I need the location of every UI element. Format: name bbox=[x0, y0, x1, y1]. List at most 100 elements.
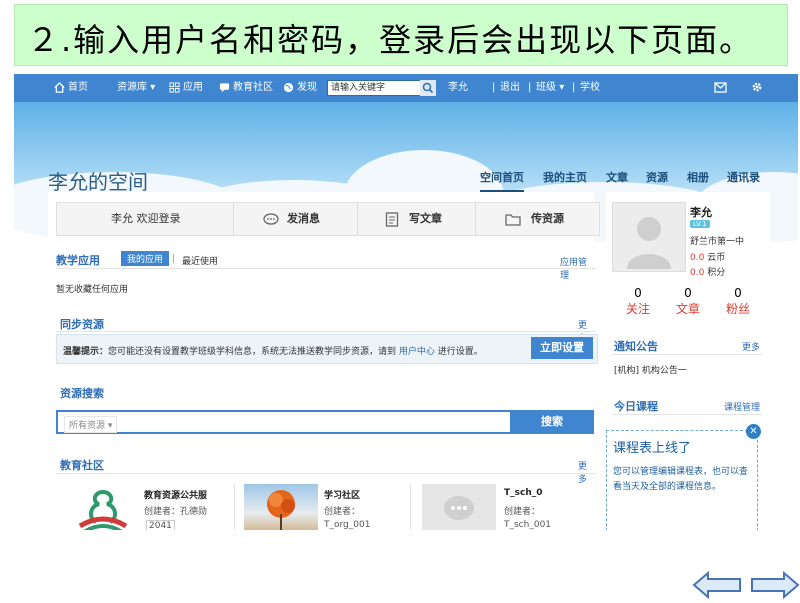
arrow-left-icon bbox=[692, 570, 741, 600]
nav-class[interactable]: 班级 ▾ bbox=[536, 74, 564, 102]
community-more-link[interactable]: 更多 bbox=[578, 459, 594, 485]
grid-icon bbox=[169, 81, 180, 93]
stat-following[interactable]: 0 关注 bbox=[618, 286, 658, 317]
nav-resources-label: 资源库 bbox=[117, 82, 147, 93]
community-creator: 创建者： bbox=[504, 507, 541, 517]
setup-now-button[interactable]: 立即设置 bbox=[531, 337, 593, 359]
avatar[interactable] bbox=[612, 202, 686, 272]
nav-logout[interactable]: 退出 bbox=[500, 74, 520, 102]
tab-divider: | bbox=[172, 254, 176, 264]
nav-user-label: 李允 bbox=[448, 82, 468, 93]
cloud-coins-label: 云币 bbox=[707, 253, 726, 263]
chat-icon bbox=[219, 82, 230, 92]
notice-title: 通知公告 bbox=[614, 340, 658, 353]
nav-community[interactable]: 教育社区 bbox=[219, 74, 273, 102]
divider bbox=[475, 203, 476, 235]
tab-album[interactable]: 相册 bbox=[687, 169, 709, 185]
nav-discover-label: 发现 bbox=[297, 82, 317, 93]
divider bbox=[56, 331, 596, 332]
stat-label: 粉丝 bbox=[725, 302, 750, 316]
previous-slide-button[interactable] bbox=[692, 570, 742, 603]
upload-resource-button[interactable]: 传资源 bbox=[505, 203, 564, 235]
arrow-right-icon bbox=[751, 570, 800, 600]
nav-divider-1: | bbox=[492, 82, 496, 93]
slide-title: ２.输入用户名和密码，登录后会出现以下页面。 bbox=[27, 21, 754, 59]
nav-apps[interactable]: 应用 bbox=[169, 74, 203, 102]
search-icon bbox=[422, 82, 434, 94]
nav-apps-label: 应用 bbox=[183, 82, 203, 93]
resource-search-input[interactable] bbox=[126, 412, 506, 432]
close-icon[interactable]: ✕ bbox=[746, 424, 761, 439]
nav-discover[interactable]: 发现 bbox=[283, 74, 317, 102]
tab-contacts[interactable]: 通讯录 bbox=[727, 169, 760, 185]
nav-user[interactable]: 李允 bbox=[448, 74, 468, 102]
search-placeholder: 请输入关键字 bbox=[331, 83, 386, 93]
settings-button[interactable] bbox=[751, 74, 766, 102]
search-input[interactable]: 请输入关键字 bbox=[327, 80, 433, 96]
sync-resources-title: 同步资源 bbox=[60, 318, 104, 331]
stat-value: 0 bbox=[634, 286, 642, 300]
tab-articles[interactable]: 文章 bbox=[606, 169, 628, 185]
search-button[interactable] bbox=[420, 80, 436, 96]
portal-screenshot: 首页 资源库 ▾ 应用 教育社区 发现 请输入关键字 李允 | 退出 | 班级 … bbox=[14, 74, 798, 530]
write-article-label: 写文章 bbox=[409, 212, 442, 225]
community-logo bbox=[66, 486, 140, 530]
user-center-link[interactable]: 用户中心 bbox=[399, 347, 435, 357]
tab-recent-apps[interactable]: 最近使用 bbox=[182, 254, 218, 267]
nav-community-label: 教育社区 bbox=[233, 82, 273, 93]
course-popup-note: 课程表上线了 您可以管理编辑课程表，也可以查看当天及全部的课程信息。 bbox=[606, 430, 758, 530]
globe-icon bbox=[283, 82, 294, 92]
notice-item[interactable]: [机构] 机构公告一 bbox=[614, 363, 687, 376]
tip-label: 温馨提示： bbox=[63, 347, 109, 357]
resource-type-select[interactable]: 所有资源 ▾ bbox=[64, 416, 118, 433]
top-navbar: 首页 资源库 ▾ 应用 教育社区 发现 请输入关键字 李允 | 退出 | 班级 … bbox=[14, 74, 798, 102]
resource-search-button[interactable]: 搜索 bbox=[510, 410, 594, 434]
nav-home[interactable]: 首页 bbox=[54, 74, 88, 102]
divider bbox=[612, 354, 762, 355]
send-message-label: 发消息 bbox=[287, 212, 320, 225]
points: 0.0 积分 bbox=[690, 265, 725, 278]
chevron-down-icon: ▾ bbox=[559, 82, 565, 93]
nav-school-label: 学校 bbox=[580, 82, 600, 93]
community-creator: 创建者： bbox=[324, 507, 361, 517]
slide-title-box: ２.输入用户名和密码，登录后会出现以下页面。 bbox=[14, 4, 788, 66]
next-slide-button[interactable] bbox=[750, 570, 800, 603]
divider bbox=[357, 203, 358, 235]
write-article-button[interactable]: 写文章 bbox=[385, 203, 442, 235]
profile-name: 李允 bbox=[690, 206, 712, 219]
chevron-down-icon: ▾ bbox=[150, 82, 156, 93]
nav-school[interactable]: 学校 bbox=[580, 74, 600, 102]
tab-my-homepage[interactable]: 我的主页 bbox=[543, 169, 587, 185]
nav-divider-2: | bbox=[528, 82, 532, 93]
stat-value: 0 bbox=[684, 286, 692, 300]
stat-fans[interactable]: 0 粉丝 bbox=[718, 286, 758, 317]
divider bbox=[233, 203, 234, 235]
mail-button[interactable] bbox=[714, 74, 730, 102]
notice-more-link[interactable]: 更多 bbox=[742, 340, 760, 353]
space-title: 李允的空间 bbox=[48, 170, 148, 194]
nav-logout-label: 退出 bbox=[500, 82, 520, 93]
resource-search-title: 资源搜索 bbox=[60, 387, 104, 400]
divider bbox=[56, 268, 596, 269]
divider bbox=[612, 414, 762, 415]
course-manage-link[interactable]: 课程管理 bbox=[724, 400, 760, 413]
tab-space-home[interactable]: 空间首页 bbox=[480, 169, 524, 192]
resource-type-value: 所有资源 bbox=[69, 421, 106, 431]
welcome-text: 李允 欢迎登录 bbox=[111, 212, 181, 225]
stat-articles[interactable]: 0 文章 bbox=[668, 286, 708, 317]
community-thumbnail bbox=[244, 484, 318, 530]
send-message-button[interactable]: 发消息 bbox=[263, 203, 320, 235]
chevron-down-icon: ▾ bbox=[107, 421, 113, 431]
tip-box: 温馨提示：您可能还没有设置教学班级学科信息，系统无法推送教学同步资源，请到 用户… bbox=[56, 334, 598, 364]
community-name: T_sch_0 bbox=[504, 488, 543, 498]
tab-resources[interactable]: 资源 bbox=[646, 169, 668, 185]
tab-my-apps[interactable]: 我的应用 bbox=[121, 251, 170, 266]
nav-divider-3: | bbox=[572, 82, 576, 93]
gear-icon bbox=[752, 82, 762, 92]
level-badge: LV.1 bbox=[690, 220, 710, 228]
community-tag: T_org_001 bbox=[324, 520, 371, 530]
user-silhouette-icon bbox=[627, 217, 671, 269]
community-tag: 2041 bbox=[146, 520, 175, 530]
nav-resources[interactable]: 资源库 ▾ bbox=[117, 74, 155, 102]
community-title: 教育社区 bbox=[60, 459, 104, 472]
